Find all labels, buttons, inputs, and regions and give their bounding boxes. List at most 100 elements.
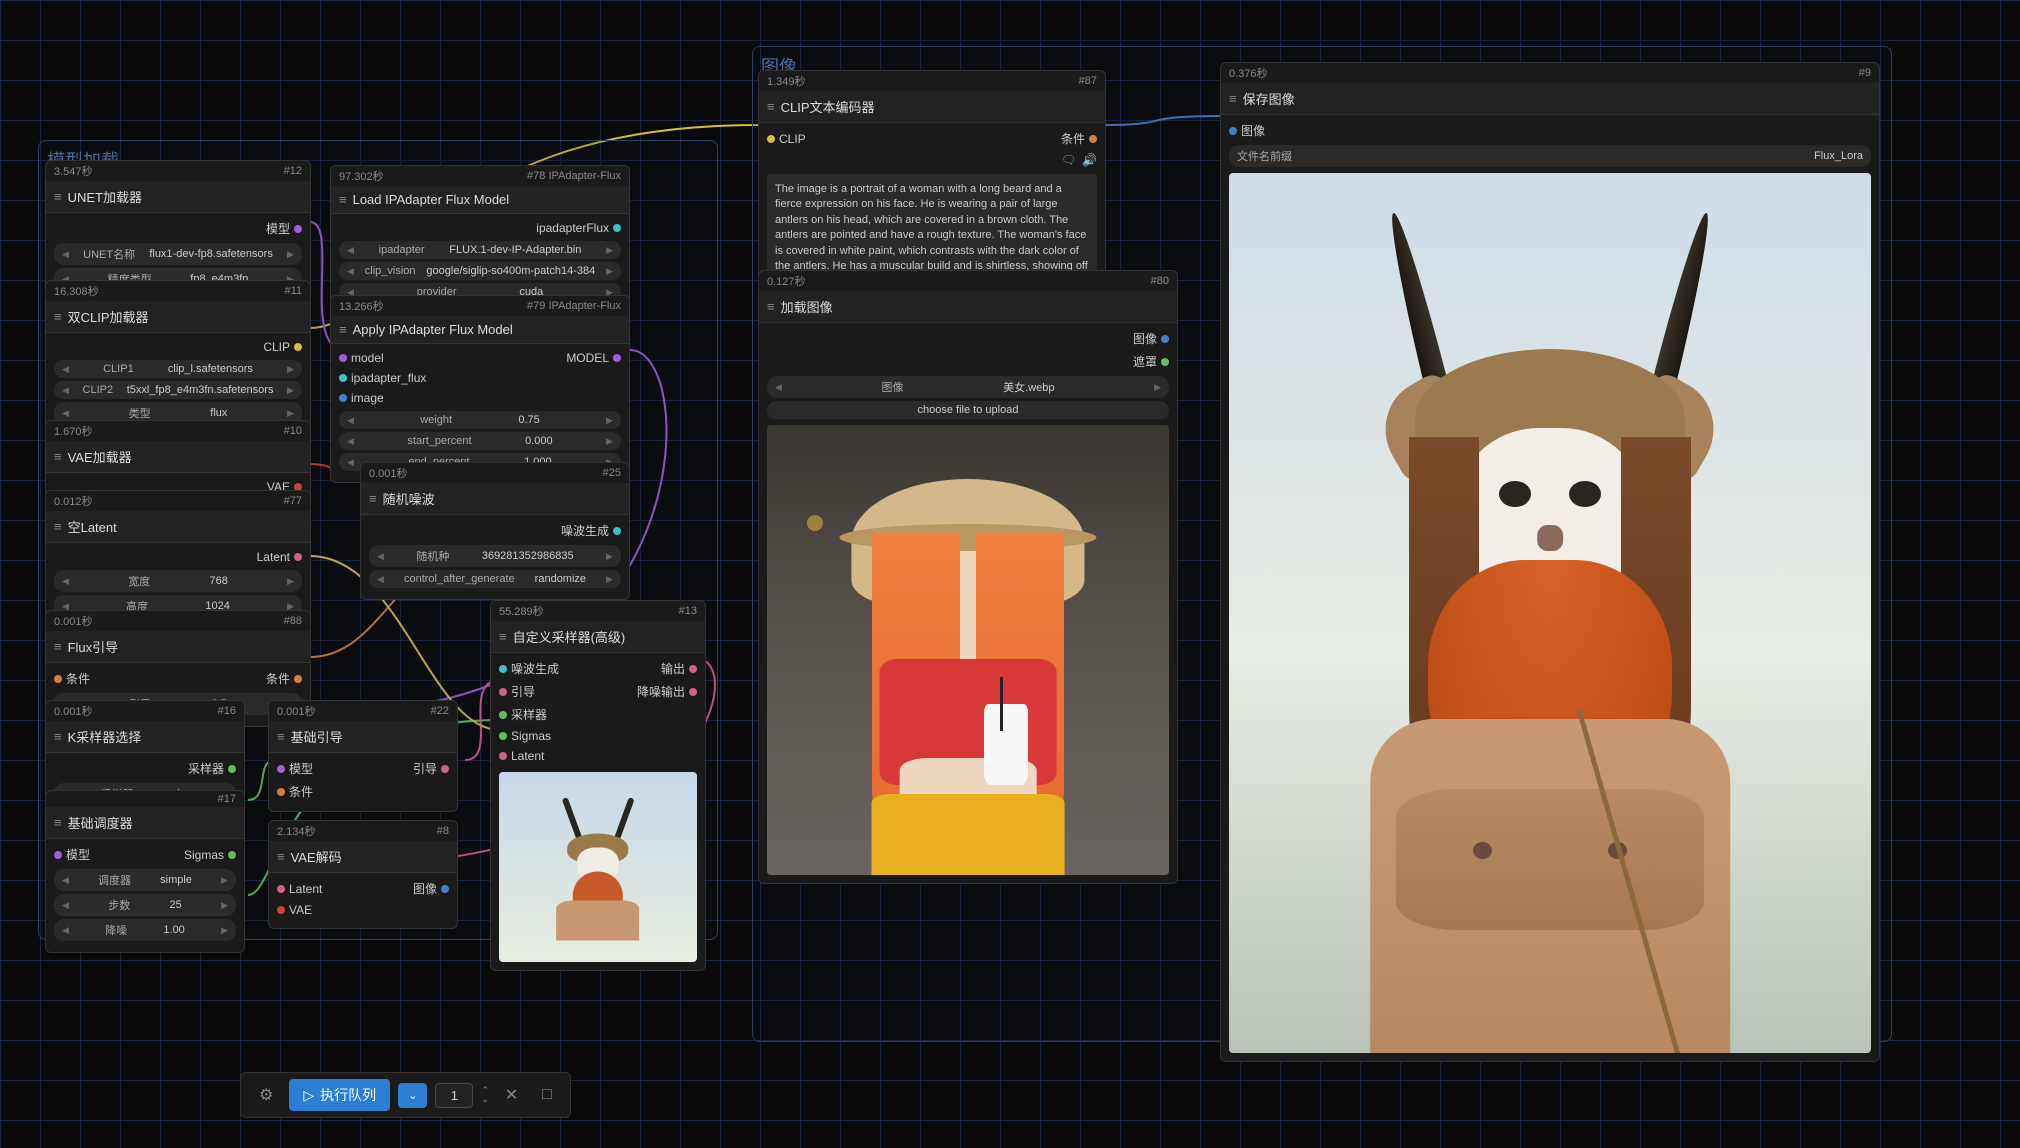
- queue-count-input[interactable]: [435, 1083, 473, 1108]
- input-port[interactable]: [54, 675, 62, 683]
- node-time: 0.001秒: [54, 703, 93, 719]
- node-time: 16.308秒: [54, 283, 99, 299]
- node-load-ipadapter[interactable]: 97.302秒#78 IPAdapter-Flux ≡Load IPAdapte…: [330, 165, 630, 313]
- menu-icon[interactable]: ≡: [369, 491, 377, 506]
- output-port[interactable]: [689, 665, 697, 673]
- input-port[interactable]: [499, 711, 507, 719]
- menu-icon[interactable]: ≡: [277, 729, 285, 744]
- output-port[interactable]: [689, 688, 697, 696]
- menu-icon[interactable]: ≡: [277, 849, 285, 864]
- input-port[interactable]: [277, 885, 285, 893]
- widget-steps[interactable]: ◀步数25▶: [54, 894, 236, 916]
- menu-icon[interactable]: ≡: [54, 449, 62, 464]
- input-port[interactable]: [499, 732, 507, 740]
- widget-unet-name[interactable]: ◀UNET名称flux1-dev-fp8.safetensors▶: [54, 243, 302, 265]
- output-label: 输出: [661, 660, 685, 677]
- widget-weight[interactable]: ◀weight0.75▶: [339, 411, 621, 429]
- widget-start-percent[interactable]: ◀start_percent0.000▶: [339, 432, 621, 450]
- output-port[interactable]: [294, 225, 302, 233]
- count-down[interactable]: ⌄: [481, 1095, 489, 1104]
- node-time: 1.670秒: [54, 423, 93, 439]
- widget-denoise[interactable]: ◀降噪1.00▶: [54, 919, 236, 941]
- input-port[interactable]: [767, 135, 775, 143]
- run-dropdown[interactable]: ⌄: [398, 1083, 427, 1108]
- output-label: ipadapterFlux: [536, 221, 609, 235]
- input-port[interactable]: [339, 394, 347, 402]
- widget-ipadapter[interactable]: ◀ipadapterFLUX.1-dev-IP-Adapter.bin▶: [339, 241, 621, 259]
- widget-seed[interactable]: ◀随机种369281352986835▶: [369, 545, 621, 567]
- node-vae-decode[interactable]: 2.134秒#8 ≡VAE解码 Latent图像 VAE: [268, 820, 458, 929]
- output-port[interactable]: [228, 765, 236, 773]
- input-port[interactable]: [54, 851, 62, 859]
- node-random-noise[interactable]: 0.001秒#25 ≡随机噪波 噪波生成 ◀随机种369281352986835…: [360, 462, 630, 600]
- upload-button[interactable]: choose file to upload: [767, 401, 1169, 419]
- output-port[interactable]: [294, 343, 302, 351]
- menu-icon[interactable]: ≡: [54, 189, 62, 204]
- widget-width[interactable]: ◀宽度768▶: [54, 570, 302, 592]
- output-port[interactable]: [613, 224, 621, 232]
- input-label: 噪波生成: [511, 660, 559, 677]
- input-port[interactable]: [499, 688, 507, 696]
- output-port[interactable]: [294, 675, 302, 683]
- input-port[interactable]: [277, 788, 285, 796]
- output-label: 条件: [1061, 130, 1085, 147]
- node-id: #80: [1151, 275, 1169, 287]
- widget-filename-prefix[interactable]: 文件名前缀Flux_Lora: [1229, 145, 1871, 167]
- widget-clip-vision[interactable]: ◀clip_visiongoogle/siglip-so400m-patch14…: [339, 262, 621, 280]
- menu-icon[interactable]: ≡: [339, 192, 347, 207]
- stop-icon[interactable]: □: [534, 1082, 560, 1108]
- widget-clip1[interactable]: ◀CLIP1clip_l.safetensors▶: [54, 360, 302, 378]
- output-port[interactable]: [1089, 135, 1097, 143]
- output-port[interactable]: [613, 527, 621, 535]
- input-port[interactable]: [339, 354, 347, 362]
- output-port[interactable]: [1161, 335, 1169, 343]
- menu-icon[interactable]: ≡: [54, 729, 62, 744]
- input-port[interactable]: [499, 665, 507, 673]
- play-icon: ▷: [303, 1087, 314, 1104]
- output-port[interactable]: [441, 765, 449, 773]
- widget-scheduler[interactable]: ◀调度器simple▶: [54, 869, 236, 891]
- node-basic-scheduler[interactable]: #17 ≡基础调度器 模型Sigmas ◀调度器simple▶ ◀步数25▶ ◀…: [45, 790, 245, 953]
- output-port[interactable]: [613, 354, 621, 362]
- menu-icon[interactable]: ≡: [54, 815, 62, 830]
- menu-icon[interactable]: ≡: [499, 629, 507, 644]
- input-port[interactable]: [339, 374, 347, 382]
- node-title-text: 自定义采样器(高级): [513, 627, 626, 646]
- widget-control[interactable]: ◀control_after_generaterandomize▶: [369, 570, 621, 588]
- output-port[interactable]: [1161, 358, 1169, 366]
- node-dual-clip-loader[interactable]: 16.308秒#11 ≡双CLIP加载器 CLIP ◀CLIP1clip_l.s…: [45, 280, 311, 436]
- menu-icon[interactable]: ≡: [1229, 91, 1237, 106]
- widget-clip2[interactable]: ◀CLIP2t5xxl_fp8_e4m3fn.safetensors▶: [54, 381, 302, 399]
- node-basic-guider[interactable]: 0.001秒#22 ≡基础引导 模型引导 条件: [268, 700, 458, 812]
- menu-icon[interactable]: ≡: [767, 299, 775, 314]
- menu-icon[interactable]: ≡: [767, 99, 775, 114]
- node-canvas[interactable]: 模型加载 图像 3.547秒#12 ≡UNET加载器 模型 ◀UNET名称flu…: [0, 0, 2020, 1148]
- output-port[interactable]: [228, 851, 236, 859]
- node-save-image[interactable]: 0.376秒#9 ≡保存图像 图像 文件名前缀Flux_Lora: [1220, 62, 1880, 1062]
- node-apply-ipadapter[interactable]: 13.266秒#79 IPAdapter-Flux ≡Apply IPAdapt…: [330, 295, 630, 483]
- input-label: VAE: [289, 903, 312, 917]
- node-time: 0.001秒: [369, 465, 408, 481]
- cancel-icon[interactable]: ✕: [497, 1081, 526, 1109]
- node-title-text: 空Latent: [68, 517, 117, 536]
- settings-icon[interactable]: ⚙: [251, 1081, 281, 1109]
- widget-image-file[interactable]: ◀图像美女.webp▶: [767, 376, 1169, 398]
- run-button[interactable]: ▷执行队列: [289, 1079, 390, 1111]
- menu-icon[interactable]: ≡: [54, 639, 62, 654]
- menu-icon[interactable]: ≡: [54, 309, 62, 324]
- output-image-preview: [1229, 173, 1871, 1053]
- input-port[interactable]: [277, 906, 285, 914]
- input-port[interactable]: [1229, 127, 1237, 135]
- node-title-text: 加载图像: [781, 297, 833, 316]
- input-port[interactable]: [499, 752, 507, 760]
- output-port[interactable]: [294, 553, 302, 561]
- menu-icon[interactable]: ≡: [339, 322, 347, 337]
- node-time: 0.376秒: [1229, 65, 1268, 81]
- input-port[interactable]: [277, 765, 285, 773]
- node-load-image[interactable]: 0.127秒#80 ≡加载图像 图像 遮罩 ◀图像美女.webp▶ choose…: [758, 270, 1178, 884]
- output-port[interactable]: [441, 885, 449, 893]
- sound-icon[interactable]: 🔊: [1082, 153, 1097, 167]
- menu-icon[interactable]: ≡: [54, 519, 62, 534]
- speak-icon[interactable]: 🗨: [1061, 153, 1076, 167]
- node-sampler-custom-adv[interactable]: 55.289秒#13 ≡自定义采样器(高级) 噪波生成输出 引导降噪输出 采样器…: [490, 600, 706, 971]
